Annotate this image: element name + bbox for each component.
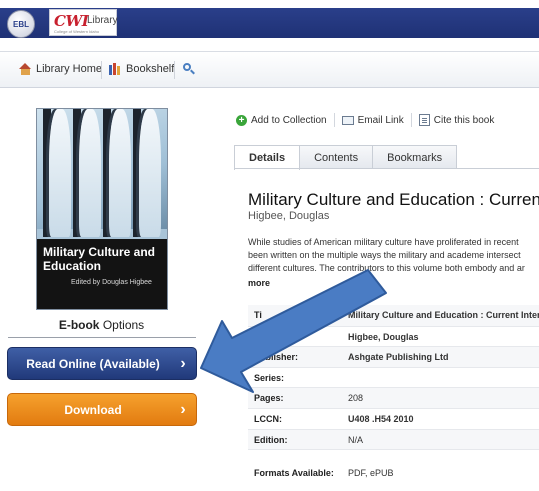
ebl-logo[interactable]: EBL — [7, 10, 35, 38]
read-online-button[interactable]: Read Online (Available) › — [7, 347, 197, 380]
home-icon — [19, 63, 32, 75]
description-line: While studies of American military cultu… — [248, 237, 519, 247]
detail-value[interactable]: Ashgate Publishing Ltd — [348, 352, 449, 362]
detail-row-formats: Formats Available: PDF, ePUB — [248, 449, 539, 483]
nav-library-home-label: Library Home — [36, 63, 103, 75]
nav-bookshelf[interactable]: Bookshelf — [109, 63, 174, 75]
detail-label: Series: — [254, 372, 285, 383]
detail-value: PDF, ePUB — [348, 468, 394, 479]
more-link[interactable]: more — [248, 278, 270, 288]
ebook-options-bold: E-book — [58, 318, 100, 332]
detail-label: LCCN: — [254, 413, 282, 424]
book-details-table: Ti Military Culture and Education : Curr… — [248, 305, 539, 483]
add-icon: + — [236, 114, 247, 126]
description-line: different cultures. The contributors to … — [248, 263, 525, 273]
library-logo[interactable]: CWI Library College of Western Idaho — [49, 9, 118, 36]
add-to-collection-link[interactable]: + Add to Collection — [236, 113, 335, 127]
cover-author: Edited by Douglas Higbee — [71, 279, 152, 286]
library-logo-subtitle: College of Western Idaho — [54, 29, 100, 34]
ebook-options-heading: E-book Options — [0, 318, 203, 332]
detail-value: Military Culture and Education : Current… — [348, 310, 539, 320]
detail-label: Formats Available: — [254, 468, 334, 479]
download-label: Download — [64, 402, 122, 417]
tab-underline — [234, 168, 539, 169]
tab-bookmarks[interactable]: Bookmarks — [372, 145, 458, 169]
detail-value: N/A — [348, 434, 364, 445]
top-banner: EBL CWI Library College of Western Idaho — [0, 0, 539, 46]
description-line: been written on the multiple ways the mi… — [248, 250, 521, 260]
nav-search[interactable] — [183, 63, 195, 75]
tab-contents[interactable]: Contents — [299, 145, 374, 169]
cite-icon — [418, 114, 430, 126]
detail-label: Pages: — [254, 393, 284, 404]
book-author[interactable]: Higbee, Douglas — [248, 210, 329, 222]
ebook-options-rest: Options — [99, 318, 145, 332]
detail-value[interactable]: Higbee, Douglas — [348, 332, 419, 342]
email-icon — [341, 115, 354, 125]
add-to-collection-label: Add to Collection — [251, 114, 327, 126]
library-logo-word: Library — [87, 15, 118, 26]
read-online-label: Read Online (Available) — [26, 356, 160, 371]
cite-link[interactable]: Cite this book — [418, 113, 502, 127]
chevron-right-icon: › — [180, 400, 186, 418]
library-logo-mark: CWI — [54, 12, 89, 30]
detail-row-series: Series: — [248, 366, 539, 388]
tab-details[interactable]: Details — [234, 145, 301, 170]
detail-row-lccn: LCCN: U408 .H54 2010 — [248, 407, 539, 429]
book-actions: + Add to Collection Email Link Cite this… — [236, 113, 508, 127]
detail-row-author: s): Higbee, Douglas — [248, 325, 539, 347]
detail-row-publisher: Publisher: Ashgate Publishing Ltd — [248, 346, 539, 367]
email-link-label: Email Link — [357, 114, 404, 126]
detail-value[interactable]: U408 .H54 2010 — [348, 414, 414, 424]
detail-tabs: Details Contents Bookmarks — [234, 145, 458, 170]
search-icon — [183, 63, 195, 75]
detail-label: Ti — [254, 310, 262, 320]
email-link[interactable]: Email Link — [341, 113, 412, 127]
book-description: While studies of American military cultu… — [248, 236, 539, 275]
cover-title: Military Culture and Education — [43, 245, 156, 273]
bookshelf-icon — [109, 63, 122, 75]
book-title: Military Culture and Education : Current — [248, 190, 539, 209]
cite-label: Cite this book — [433, 114, 495, 126]
nav-bookshelf-label: Bookshelf — [126, 63, 175, 75]
book-cover[interactable]: Military Culture and Education Edited by… — [36, 108, 168, 310]
nav-divider — [101, 61, 102, 79]
nav-divider — [174, 61, 175, 79]
detail-label: Edition: — [254, 434, 288, 445]
options-divider — [8, 337, 196, 338]
download-button[interactable]: Download › — [7, 393, 197, 426]
nav-bar: Library Home Bookshelf — [0, 51, 539, 88]
detail-row-edition: Edition: N/A — [248, 428, 539, 450]
detail-value: 208 — [348, 393, 364, 404]
detail-label: Publisher: — [254, 352, 299, 363]
detail-row-title: Ti Military Culture and Education : Curr… — [248, 305, 539, 326]
nav-library-home[interactable]: Library Home — [19, 63, 102, 75]
detail-label: s): — [254, 331, 265, 342]
detail-row-pages: Pages: 208 — [248, 387, 539, 408]
chevron-right-icon: › — [180, 354, 186, 372]
